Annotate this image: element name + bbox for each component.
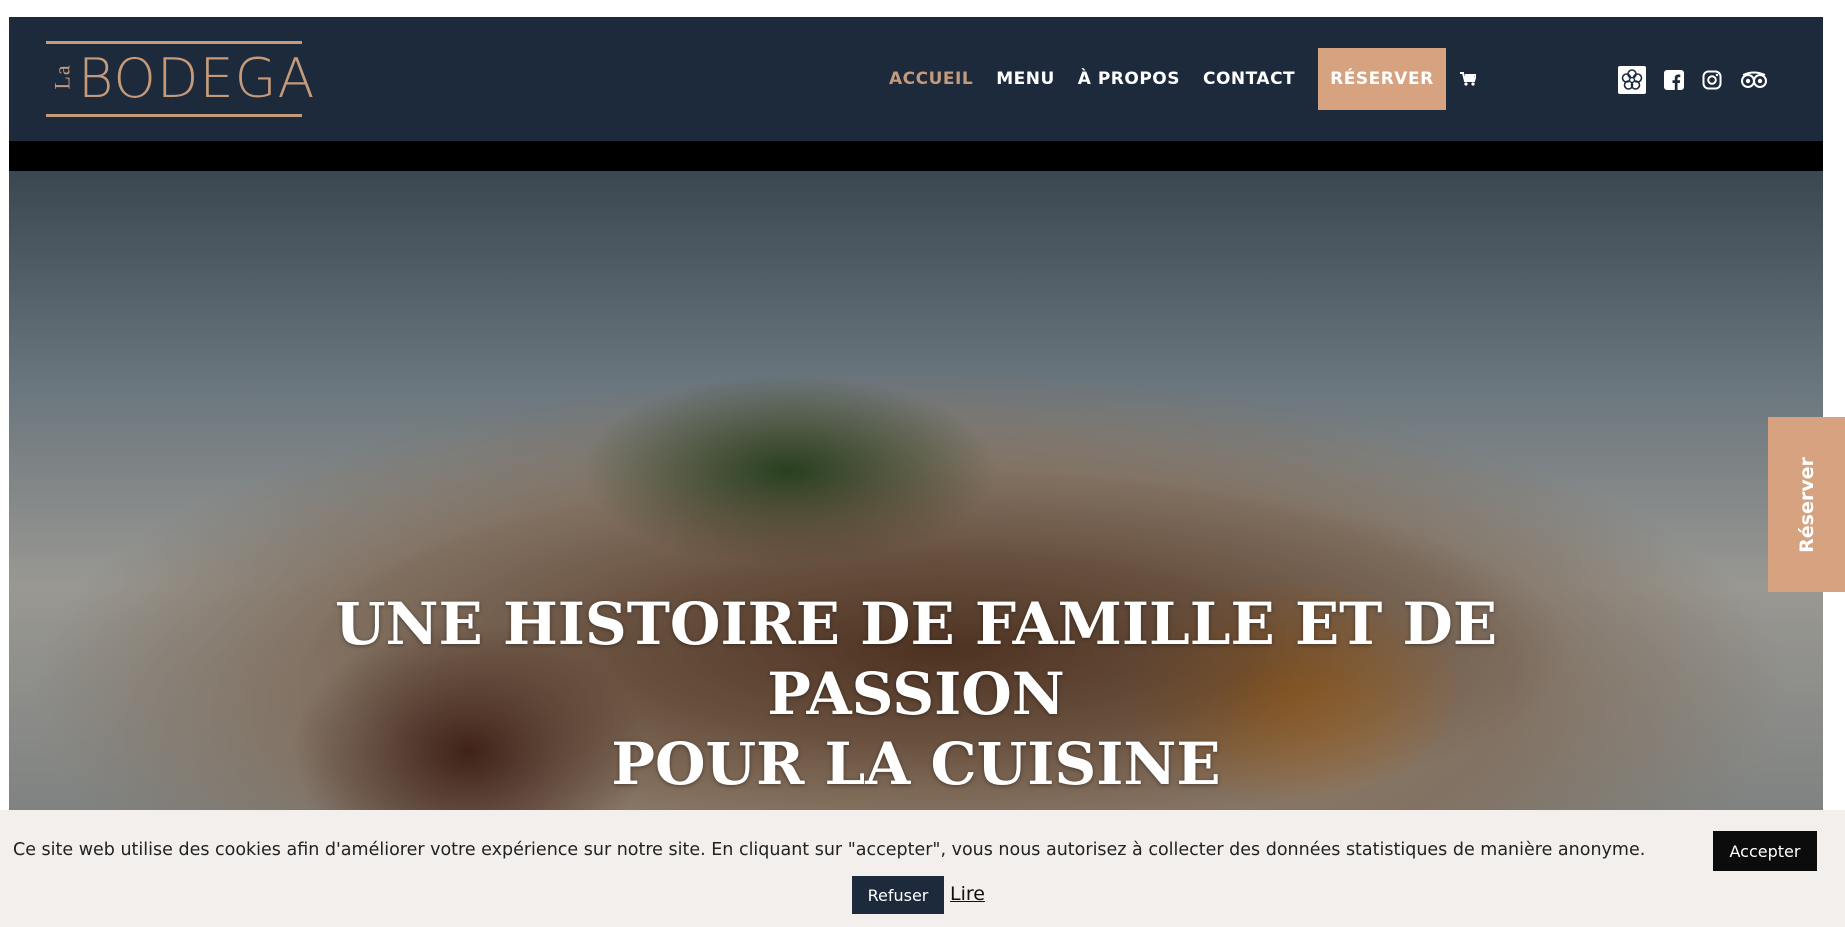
logo[interactable]: La BODEGA [46, 41, 314, 117]
michelin-flower-icon[interactable] [1618, 66, 1646, 94]
main-nav: ACCUEIL MENU À PROPOS CONTACT RÉSERVER [889, 48, 1478, 110]
page: La BODEGA ACCUEIL MENU À PROPOS CONTACT … [0, 0, 1845, 927]
site-frame: La BODEGA ACCUEIL MENU À PROPOS CONTACT … [9, 17, 1823, 927]
logo-name: BODEGA [78, 47, 316, 110]
logo-prefix: La [49, 64, 75, 90]
site-header: La BODEGA ACCUEIL MENU À PROPOS CONTACT … [9, 17, 1823, 141]
nav-accueil[interactable]: ACCUEIL [889, 69, 973, 89]
side-reserve-tab[interactable]: Réserver [1768, 417, 1845, 592]
social-links [1618, 66, 1786, 94]
hero-title: UNE HISTOIRE DE FAMILLE ET DE PASSION PO… [209, 589, 1623, 799]
facebook-icon[interactable] [1664, 70, 1684, 90]
side-reserve-label: Réserver [1795, 456, 1818, 553]
hero-title-line-2: POUR LA CUISINE [611, 730, 1221, 798]
nav-reserver-button[interactable]: RÉSERVER [1318, 48, 1446, 110]
read-more-link[interactable]: Lire [950, 883, 985, 905]
instagram-icon[interactable] [1702, 70, 1722, 90]
cookie-message: Ce site web utilise des cookies afin d'a… [13, 840, 1646, 860]
accept-cookies-button[interactable]: Accepter [1713, 831, 1817, 871]
nav-menu[interactable]: MENU [996, 69, 1055, 89]
cookie-banner: Ce site web utilise des cookies afin d'a… [0, 810, 1845, 927]
nav-a-propos[interactable]: À PROPOS [1078, 69, 1180, 89]
cart-icon[interactable] [1459, 72, 1478, 86]
refuse-cookies-button[interactable]: Refuser [852, 876, 944, 914]
hero-title-line-1: UNE HISTOIRE DE FAMILLE ET DE PASSION [334, 590, 1498, 728]
nav-contact[interactable]: CONTACT [1203, 69, 1295, 89]
tripadvisor-icon[interactable] [1740, 70, 1768, 90]
